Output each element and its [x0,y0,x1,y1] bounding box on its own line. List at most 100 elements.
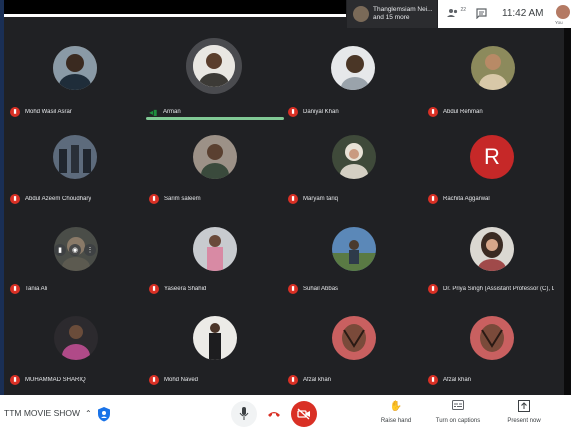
camera-off-icon [297,408,310,420]
participant-avatar [470,316,514,360]
mic-off-icon: ▮ [288,284,298,294]
participant-tile[interactable]: ▮ Afzal khan [284,306,414,386]
name-row: ▮ Suhail Abbas [288,283,414,295]
mic-off-icon: ▮ [10,107,20,117]
participant-avatar [53,46,97,90]
participant-name: Mohd Naved [164,377,199,383]
participant-tile-speaking[interactable]: ◂▮ Arman [145,38,275,118]
mic-off-icon: ▮ [10,194,20,204]
mic-button[interactable] [231,401,257,427]
participant-tile[interactable]: ▮ Yaseera Shahid [145,215,275,295]
participant-avatar [193,227,237,271]
name-row: ▮ Afzal khan [428,374,554,386]
participant-tile[interactable]: ▮ Dr. Priya Singh (Assistant Professor (C… [424,215,554,295]
participant-tile[interactable]: ▮ Mohd Naved [145,306,275,386]
participant-name: Yaseera Shahid [164,286,207,292]
end-call-icon [268,412,280,417]
more-options-icon[interactable]: ⋮ [84,244,96,256]
participant-avatar [332,316,376,360]
self-label: You [555,20,563,25]
participant-tile[interactable]: R ▮ Rachita Aggarwal [424,125,554,205]
participant-tile[interactable]: ▮ ◉ ⋮ ▮ Tania Ali [6,215,136,295]
name-row: ▮ Maryam tariq [288,193,414,205]
raise-hand-button[interactable]: ✋ Raise hand [366,400,426,424]
initial-avatar: R [470,135,514,179]
participant-tile[interactable]: ▮ Daniyal Khan [284,38,414,118]
participant-avatar [332,135,376,179]
clock: 11:42 AM [502,8,544,19]
participant-name: Afzal khan [303,377,332,383]
top-strip [4,14,346,17]
speaking-icon: ◂▮ [149,107,158,117]
meeting-name: TTM MOVIE SHOW [4,408,81,418]
mic-off-icon: ▮ [149,194,159,204]
camera-button[interactable] [291,401,317,427]
participant-name: Sarim saleem [164,196,201,202]
shield-icon[interactable] [97,406,111,422]
name-row: ▮ Yaseera Shahid [149,283,275,295]
mic-off-icon: ▮ [288,194,298,204]
name-row: ▮ Tania Ali [10,283,136,295]
participants-text: Thanglemsiam Nei... and 15 more [373,6,433,22]
name-row: ▮ Sarim saleem [149,193,275,205]
participants-pill[interactable]: Thanglemsiam Nei... and 15 more [347,0,437,28]
top-overlay [4,0,346,14]
hand-icon: ✋ [389,401,403,412]
self-view-thumbnail[interactable] [556,5,570,19]
participant-tile[interactable]: ▮ Maryam tariq [284,125,414,205]
participant-avatar [193,45,235,87]
participant-tile[interactable]: ▮ Mohd Wasil Asrar [6,38,136,118]
speaking-indicator [146,117,284,120]
people-icon[interactable]: 22 [446,7,466,20]
mic-off-icon: ▮ [10,375,20,385]
participant-avatar [53,135,97,179]
participant-tile[interactable]: ▮ Suhail Abbas [284,215,414,295]
participant-avatar [470,227,514,271]
participant-tile[interactable]: ▮ Sarim saleem [145,125,275,205]
name-row: ▮ Abdul Azeem Choudhary [10,193,136,205]
participant-name: Afzal khan [443,377,472,383]
meeting-details[interactable]: TTM MOVIE SHOW ⌃ [4,408,92,418]
name-row: ▮ Afzal khan [288,374,414,386]
participant-name: Abdul Rehman [443,109,483,115]
mic-icon[interactable]: ▮ [54,244,66,256]
name-row: ▮ Abdul Rehman [428,106,554,118]
mic-off-icon: ▮ [288,107,298,117]
people-count: 22 [460,7,466,13]
captions-icon [428,400,488,414]
name-row: ▮ Mohd Wasil Asrar [10,106,136,118]
participant-avatar [353,6,369,22]
participant-avatar [331,46,375,90]
participant-tile[interactable]: ▮ Abdul Azeem Choudhary [6,125,136,205]
mic-off-icon: ▮ [149,284,159,294]
top-bar: Thanglemsiam Nei... and 15 more 22 11:42… [4,0,571,28]
participant-tile[interactable]: ▮ MUHAMMAD SHARIQ [6,306,136,386]
mic-off-icon: ▮ [428,284,438,294]
present-icon [494,400,554,414]
chat-icon[interactable] [474,8,488,20]
present-label: Present now [507,418,541,424]
mic-off-icon: ▮ [428,194,438,204]
raise-hand-label: Raise hand [380,418,412,424]
participant-name: Rachita Aggarwal [443,196,490,202]
chevron-up-icon[interactable]: ⌃ [85,409,92,418]
participants-line1: Thanglemsiam Nei... [373,6,433,13]
name-row: ▮ Dr. Priya Singh (Assistant Professor (C… [428,283,554,295]
participant-avatar [54,316,98,360]
participant-avatar [193,316,237,360]
mic-off-icon: ▮ [149,375,159,385]
pin-icon[interactable]: ◉ [69,244,81,256]
participant-tile[interactable]: ▮ Abdul Rehman [424,38,554,118]
name-row: ▮ Rachita Aggarwal [428,193,554,205]
participant-name: Maryam tariq [303,196,339,202]
present-button[interactable]: Present now [494,400,554,424]
top-right-panel: 22 11:42 AM You [438,0,571,28]
name-row: ▮ Daniyal Khan [288,106,414,118]
captions-button[interactable]: Turn on captions [428,400,488,424]
end-call-button[interactable] [261,401,287,427]
name-row: ▮ Mohd Naved [149,374,275,386]
name-row: ▮ MUHAMMAD SHARIQ [10,374,136,386]
mic-off-icon: ▮ [10,284,20,294]
participant-tile[interactable]: ▮ Afzal khan [424,306,554,386]
participants-line2: and 15 more [373,14,410,21]
